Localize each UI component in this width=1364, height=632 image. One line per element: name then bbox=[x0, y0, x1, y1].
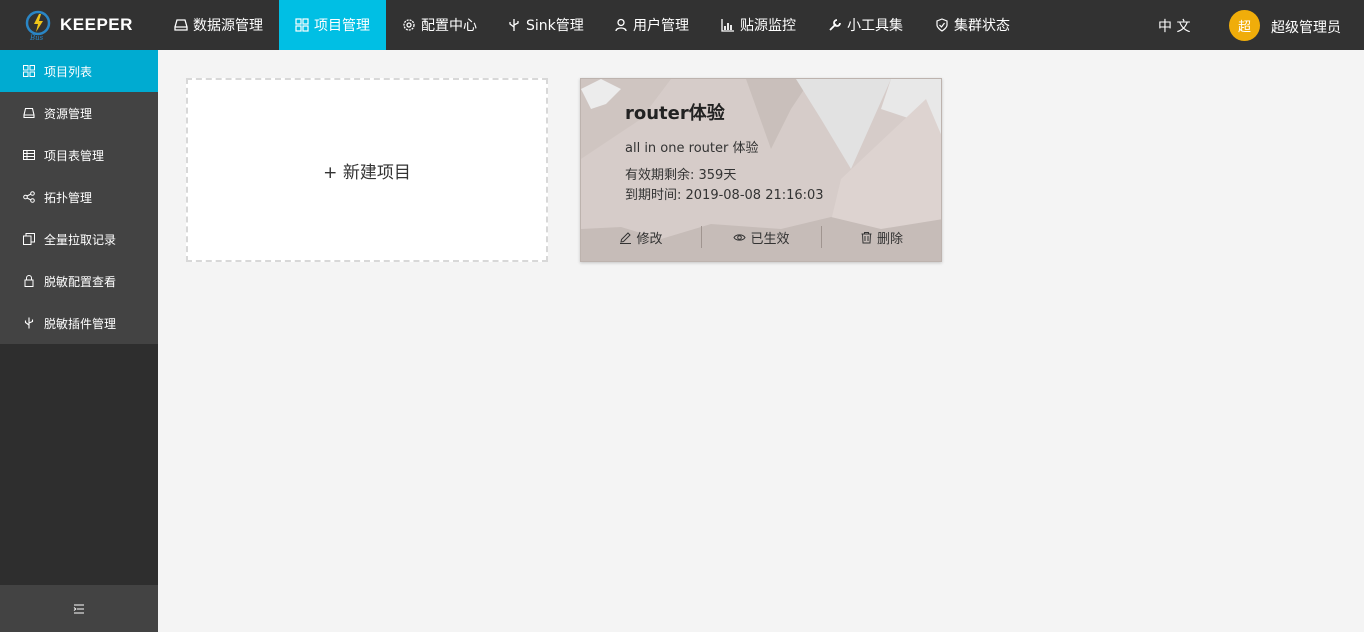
language-switch[interactable]: 中 文 bbox=[1158, 16, 1190, 36]
sidebar-item-mask-config[interactable]: 脱敏配置查看 bbox=[0, 260, 158, 302]
avatar[interactable]: 超 bbox=[1229, 10, 1260, 41]
grid-icon bbox=[23, 65, 35, 77]
status-button[interactable]: 已生效 bbox=[701, 226, 821, 248]
lock-icon bbox=[24, 275, 34, 287]
sidebar-collapse-button[interactable] bbox=[0, 585, 158, 632]
sidebar-item-label: 全量拉取记录 bbox=[44, 232, 117, 247]
nav-cluster[interactable]: 集群状态 bbox=[920, 0, 1020, 50]
nav-config[interactable]: 配置中心 bbox=[386, 0, 493, 50]
nav-sink[interactable]: Sink管理 bbox=[493, 0, 599, 50]
nav-user[interactable]: 用户管理 bbox=[599, 0, 706, 50]
nav-label: 配置中心 bbox=[421, 18, 477, 34]
nav-tools[interactable]: 小工具集 bbox=[813, 0, 920, 50]
usb-icon bbox=[24, 317, 34, 329]
nav-label: 项目管理 bbox=[314, 18, 370, 34]
sidebar-item-label: 拓扑管理 bbox=[44, 190, 93, 205]
delete-label: 删除 bbox=[876, 231, 903, 247]
project-actions: 修改 已生效 删除 bbox=[581, 226, 941, 248]
status-label: 已生效 bbox=[750, 231, 790, 247]
wrench-icon bbox=[829, 19, 841, 31]
share-icon bbox=[23, 191, 35, 203]
logo-text: KEEPER bbox=[60, 15, 133, 34]
svg-text:Bus: Bus bbox=[29, 34, 44, 41]
logo-icon: Bus bbox=[24, 9, 54, 42]
sidebar-item-label: 脱敏插件管理 bbox=[44, 316, 117, 331]
nav-label: 集群状态 bbox=[954, 18, 1010, 34]
usb-icon bbox=[509, 19, 519, 31]
new-project-label: + 新建项目 bbox=[323, 162, 411, 183]
trash-icon bbox=[861, 231, 872, 243]
nav-label: 小工具集 bbox=[847, 18, 903, 34]
edit-button[interactable]: 修改 bbox=[581, 226, 701, 248]
delete-button[interactable]: 删除 bbox=[821, 226, 941, 248]
project-remaining: 有效期剩余: 359天 bbox=[625, 168, 737, 183]
sidebar-item-label: 脱敏配置查看 bbox=[44, 274, 117, 289]
grid-icon bbox=[295, 18, 309, 32]
sidebar-item-table[interactable]: 项目表管理 bbox=[0, 134, 158, 176]
copy-icon bbox=[23, 233, 35, 245]
sidebar-item-resource[interactable]: 资源管理 bbox=[0, 92, 158, 134]
sidebar-item-topology[interactable]: 拓扑管理 bbox=[0, 176, 158, 218]
project-card: router体验 all in one router 体验 有效期剩余: 359… bbox=[580, 78, 942, 262]
edit-icon bbox=[620, 231, 632, 244]
project-expire: 到期时间: 2019-08-08 21:16:03 bbox=[625, 188, 824, 203]
nav-project[interactable]: 项目管理 bbox=[279, 0, 386, 50]
main-nav: 数据源管理 项目管理 配置中心 Sink管理 用户管理 贴源监控 小工具集 集群… bbox=[162, 0, 1020, 50]
nav-label: 贴源监控 bbox=[740, 18, 796, 34]
nav-monitor[interactable]: 贴源监控 bbox=[706, 0, 813, 50]
gear-icon bbox=[403, 19, 415, 31]
shield-icon bbox=[936, 18, 948, 32]
top-navbar: Bus KEEPER 数据源管理 项目管理 配置中心 Sink管理 用户管理 贴… bbox=[0, 0, 1364, 50]
sidebar-item-label: 项目列表 bbox=[44, 64, 93, 79]
nav-label: Sink管理 bbox=[526, 18, 584, 34]
project-description: all in one router 体验 bbox=[625, 141, 759, 156]
sidebar-item-project-list[interactable]: 项目列表 bbox=[0, 50, 158, 92]
edit-label: 修改 bbox=[636, 231, 663, 247]
username[interactable]: 超级管理员 bbox=[1271, 17, 1341, 37]
sidebar-item-mask-plugin[interactable]: 脱敏插件管理 bbox=[0, 302, 158, 344]
user-icon bbox=[615, 18, 627, 32]
drive-icon bbox=[23, 107, 35, 119]
nav-label: 数据源管理 bbox=[193, 18, 263, 34]
eye-icon bbox=[733, 233, 747, 241]
menu-fold-icon bbox=[73, 604, 84, 613]
project-title[interactable]: router体验 bbox=[625, 99, 725, 125]
chart-icon bbox=[721, 19, 734, 32]
logo[interactable]: Bus KEEPER bbox=[24, 9, 133, 42]
nav-label: 用户管理 bbox=[633, 18, 689, 34]
drive-icon bbox=[174, 19, 188, 31]
sidebar-menu: 项目列表 资源管理 项目表管理 拓扑管理 全量拉取记录 脱敏配置查看 脱敏插件管… bbox=[0, 50, 158, 344]
sidebar: 项目列表 资源管理 项目表管理 拓扑管理 全量拉取记录 脱敏配置查看 脱敏插件管… bbox=[0, 50, 158, 632]
sidebar-item-full-pull[interactable]: 全量拉取记录 bbox=[0, 218, 158, 260]
sidebar-item-label: 资源管理 bbox=[44, 106, 93, 121]
nav-datasource[interactable]: 数据源管理 bbox=[162, 0, 279, 50]
new-project-card[interactable]: + 新建项目 bbox=[186, 78, 548, 262]
table-icon bbox=[23, 150, 35, 160]
sidebar-item-label: 项目表管理 bbox=[44, 148, 105, 163]
